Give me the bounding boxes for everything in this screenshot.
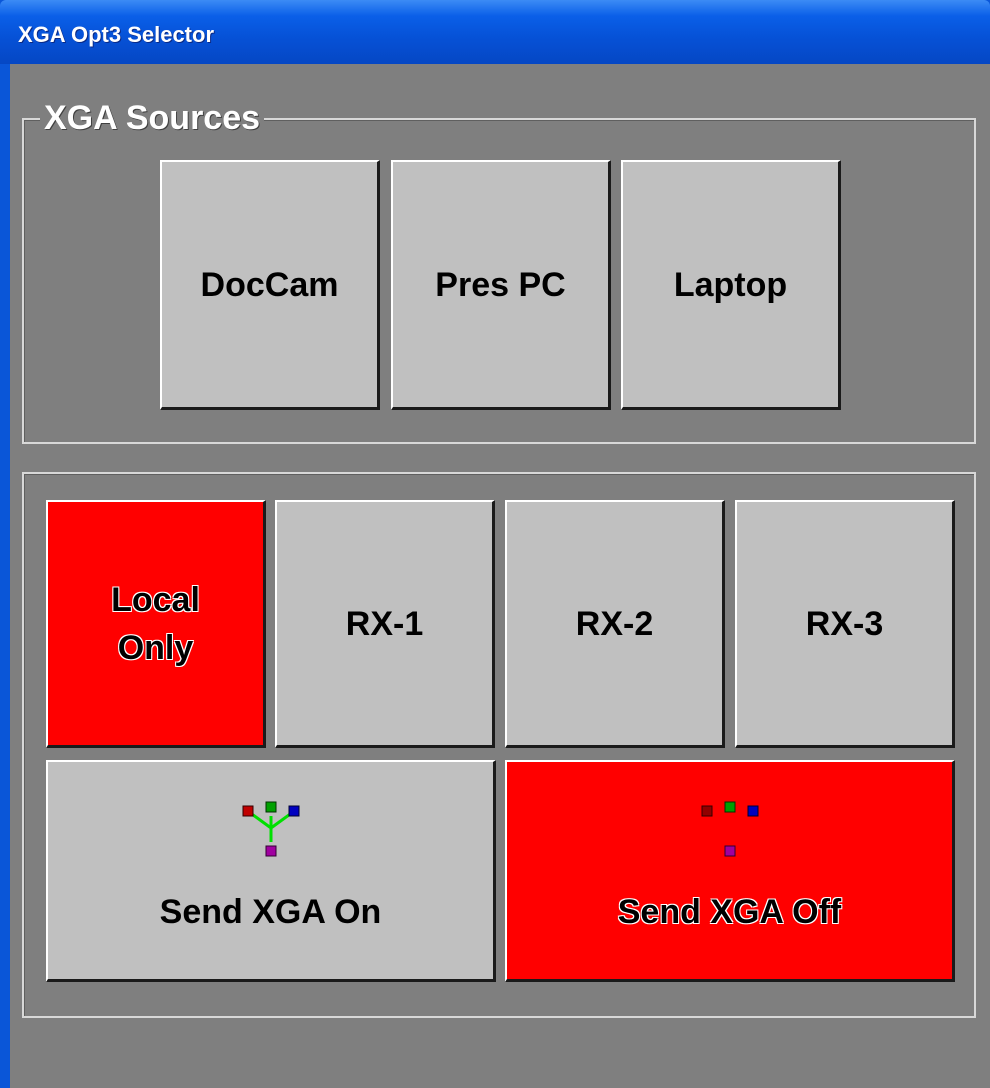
button-label: Send XGA Off — [617, 893, 842, 931]
source-doccam-button[interactable]: DocCam — [160, 160, 380, 410]
rx-3-button[interactable]: RX-3 — [735, 500, 955, 748]
send-xga-on-button[interactable]: Send XGA On — [46, 760, 496, 982]
source-laptop-button[interactable]: Laptop — [621, 160, 841, 410]
network-disconnected-icon — [701, 801, 758, 857]
button-label: Send XGA On — [159, 893, 382, 931]
button-label: RX-1 — [345, 604, 424, 643]
local-only-button[interactable]: Local Only — [46, 500, 266, 748]
button-label: Pres PC — [435, 265, 566, 304]
network-connected-icon — [242, 801, 299, 857]
button-label: Local Only — [111, 580, 200, 667]
xga-sources-legend: XGA Sources — [40, 96, 265, 140]
title-bar[interactable]: XGA Opt3 Selector — [0, 0, 990, 64]
rx-2-button[interactable]: RX-2 — [505, 500, 725, 748]
rx-1-button[interactable]: RX-1 — [275, 500, 495, 748]
send-xga-off-button[interactable]: Send XGA Off — [505, 760, 955, 982]
client-area: XGA Sources DocCam Pres PC Laptop Local … — [10, 64, 990, 1088]
app-window: XGA Opt3 Selector XGA Sources DocCam Pre… — [0, 0, 990, 1088]
source-pres-pc-button[interactable]: Pres PC — [391, 160, 611, 410]
button-label: Laptop — [673, 265, 788, 304]
button-label: RX-2 — [575, 604, 654, 643]
window-title: XGA Opt3 Selector — [18, 22, 215, 47]
button-label: DocCam — [200, 265, 339, 304]
button-label: RX-3 — [805, 604, 884, 643]
